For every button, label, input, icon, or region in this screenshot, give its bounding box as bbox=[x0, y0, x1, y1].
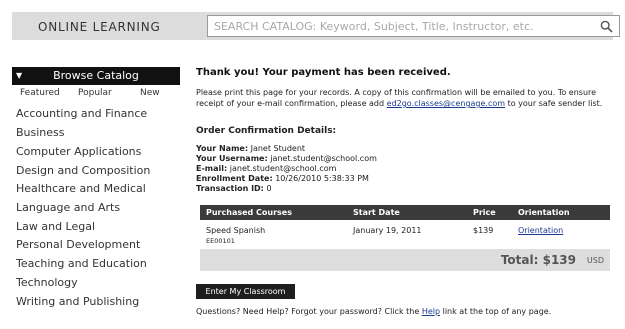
detail-email: E-mail: janet.student@school.com bbox=[196, 164, 336, 174]
detail-enrollment-date: Enrollment Date: 10/26/2010 5:38:33 PM bbox=[196, 174, 369, 184]
course-code: EE00101 bbox=[206, 237, 235, 245]
table-header-row: Purchased Courses Start Date Price Orien… bbox=[200, 205, 610, 220]
detail-username-label: Your Username: bbox=[196, 154, 268, 163]
detail-date-value: 10/26/2010 5:38:33 PM bbox=[275, 174, 369, 183]
detail-username-value: janet.student@school.com bbox=[270, 154, 377, 163]
column-header-orientation: Orientation bbox=[518, 208, 570, 217]
category-language-arts[interactable]: Language and Arts bbox=[16, 201, 120, 214]
category-teaching-education[interactable]: Teaching and Education bbox=[16, 257, 147, 270]
course-start-date: January 19, 2011 bbox=[353, 226, 422, 235]
detail-name-value: Janet Student bbox=[250, 144, 306, 153]
detail-name-label: Your Name: bbox=[196, 144, 249, 153]
search-input[interactable]: SEARCH CATALOG: Keyword, Subject, Title,… bbox=[207, 15, 620, 37]
column-header-start-date: Start Date bbox=[353, 208, 400, 217]
site-brand[interactable]: ONLINE LEARNING bbox=[38, 20, 161, 34]
course-name: Speed Spanish bbox=[206, 226, 266, 235]
browse-catalog-title: Browse Catalog bbox=[53, 69, 139, 82]
detail-txn-label: Transaction ID: bbox=[196, 184, 264, 193]
tab-featured[interactable]: Featured bbox=[20, 88, 60, 98]
browse-catalog-header[interactable]: ▼ Browse Catalog bbox=[12, 67, 180, 85]
category-personal-development[interactable]: Personal Development bbox=[16, 238, 140, 251]
category-technology[interactable]: Technology bbox=[16, 276, 78, 289]
total-row: Total: $139 USD bbox=[200, 249, 610, 271]
details-heading: Order Confirmation Details: bbox=[196, 126, 337, 136]
help-footer: Questions? Need Help? Forgot your passwo… bbox=[196, 307, 551, 316]
category-design-composition[interactable]: Design and Composition bbox=[16, 164, 150, 177]
category-accounting-finance[interactable]: Accounting and Finance bbox=[16, 107, 147, 120]
orientation-link[interactable]: Orientation bbox=[518, 226, 563, 235]
search-icon[interactable] bbox=[600, 20, 613, 33]
course-price: $139 bbox=[473, 226, 494, 235]
top-bar: ONLINE LEARNING SEARCH CATALOG: Keyword,… bbox=[12, 12, 620, 40]
order-total: Total: $139 bbox=[500, 253, 576, 267]
confirmation-message: Please print this page for your records.… bbox=[196, 87, 606, 109]
detail-txn-value: 0 bbox=[266, 184, 272, 193]
detail-email-value: janet.student@school.com bbox=[229, 164, 337, 173]
message-text-end: to your safe sender list. bbox=[505, 99, 603, 108]
total-currency: USD bbox=[586, 256, 604, 265]
safe-sender-email-link[interactable]: ed2go.classes@cengage.com bbox=[387, 99, 505, 108]
tab-popular[interactable]: Popular bbox=[78, 88, 112, 98]
footer-text-start: Questions? Need Help? Forgot your passwo… bbox=[196, 307, 422, 316]
help-link[interactable]: Help bbox=[422, 307, 440, 316]
category-business[interactable]: Business bbox=[16, 126, 65, 139]
detail-username: Your Username: janet.student@school.com bbox=[196, 154, 377, 164]
detail-date-label: Enrollment Date: bbox=[196, 174, 273, 183]
category-healthcare-medical[interactable]: Healthcare and Medical bbox=[16, 182, 146, 195]
column-header-course: Purchased Courses bbox=[206, 208, 292, 217]
enter-classroom-button[interactable]: Enter My Classroom bbox=[196, 284, 295, 299]
page-title: Thank you! Your payment has been receive… bbox=[196, 67, 451, 78]
footer-text-end: link at the top of any page. bbox=[440, 307, 552, 316]
detail-name: Your Name: Janet Student bbox=[196, 144, 305, 154]
category-computer-applications[interactable]: Computer Applications bbox=[16, 145, 141, 158]
column-header-price: Price bbox=[473, 208, 496, 217]
tab-new[interactable]: New bbox=[140, 88, 160, 98]
search-placeholder: SEARCH CATALOG: Keyword, Subject, Title,… bbox=[214, 20, 534, 33]
category-writing-publishing[interactable]: Writing and Publishing bbox=[16, 295, 139, 308]
category-law-legal[interactable]: Law and Legal bbox=[16, 220, 95, 233]
detail-email-label: E-mail: bbox=[196, 164, 228, 173]
purchased-courses-table: Purchased Courses Start Date Price Orien… bbox=[200, 205, 610, 271]
detail-transaction-id: Transaction ID: 0 bbox=[196, 184, 272, 194]
